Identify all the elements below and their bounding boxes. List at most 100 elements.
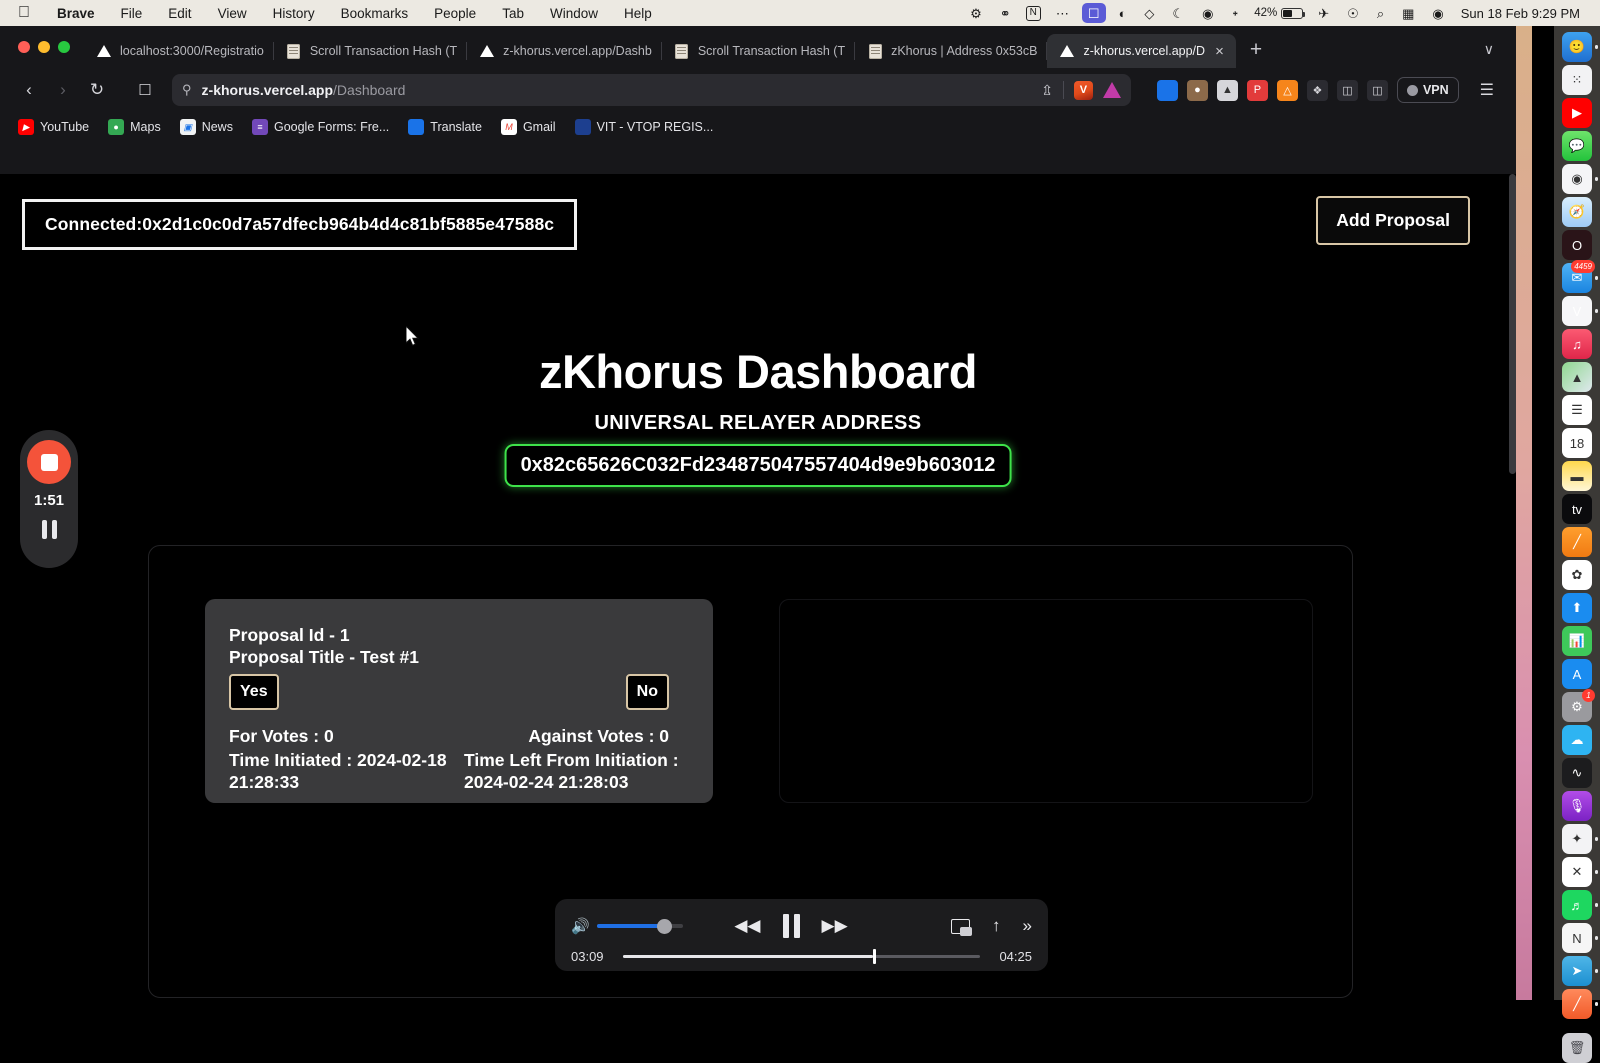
dots-icon[interactable]: ⋯: [1047, 2, 1078, 24]
translate-extension-icon[interactable]: ᧝: [1157, 80, 1178, 101]
fast-forward-button[interactable]: ▶▶: [822, 916, 848, 936]
dock-app-photos[interactable]: ✿: [1562, 560, 1592, 590]
menu-people[interactable]: People: [421, 6, 489, 21]
browser-tab-6-active[interactable]: z-khorus.vercel.app/D ×: [1047, 34, 1235, 68]
browser-menu-icon[interactable]: ☰: [1468, 80, 1502, 100]
screen-share-icon[interactable]: ☐: [1082, 3, 1106, 23]
relayer-address-value[interactable]: 0x82c65626C032Fd234875047557404d9e9b6030…: [505, 444, 1012, 487]
dock-app-audio[interactable]: ∿: [1562, 758, 1592, 788]
browser-tab-1[interactable]: localhost:3000/Registratio: [84, 34, 274, 68]
dock-app-calendar[interactable]: 18: [1562, 428, 1592, 458]
rewind-button[interactable]: ◀◀: [734, 916, 760, 936]
menu-view[interactable]: View: [205, 6, 260, 21]
night-shift-icon[interactable]: ☾: [1163, 2, 1193, 24]
adblock-off-extension-icon[interactable]: ●: [1187, 80, 1208, 101]
share-icon[interactable]: ⇫: [1041, 82, 1053, 99]
menu-brave[interactable]: Brave: [44, 6, 108, 21]
tab-search-icon[interactable]: ∨: [1470, 41, 1508, 58]
phantom-extension-icon[interactable]: P: [1247, 80, 1268, 101]
metamask-extension-icon[interactable]: △: [1277, 80, 1298, 101]
battery-status[interactable]: 42%: [1248, 7, 1309, 19]
new-tab-button[interactable]: +: [1236, 39, 1276, 60]
reload-button[interactable]: ↻: [82, 75, 112, 105]
dock-app-freeform[interactable]: ╱: [1562, 527, 1592, 557]
dock-app-vscode[interactable]: ✕: [1562, 857, 1592, 887]
brave-shields-icon[interactable]: V: [1074, 81, 1093, 100]
vote-no-button[interactable]: No: [626, 674, 669, 710]
vote-yes-button[interactable]: Yes: [229, 674, 279, 710]
bookmark-translate[interactable]: ᧝ Translate: [400, 116, 490, 138]
dock-app-telegram[interactable]: ➤: [1562, 956, 1592, 986]
speaker-icon[interactable]: 🔊: [571, 917, 590, 935]
menu-help[interactable]: Help: [611, 6, 665, 21]
bookmark-vit-vtop[interactable]: VIT - VTOP REGIS...: [567, 116, 722, 138]
bookmark-maps[interactable]: ● Maps: [100, 116, 169, 138]
dock-app-settings[interactable]: ⚙ 1: [1562, 692, 1592, 722]
gear-icon[interactable]: ⚙: [961, 2, 991, 24]
dock-app-spotify[interactable]: ♬: [1562, 890, 1592, 920]
dock-app-podcasts[interactable]: 🎙: [1562, 791, 1592, 821]
dock-app-appstore[interactable]: A: [1562, 659, 1592, 689]
dock-app-reminders[interactable]: ☰: [1562, 395, 1592, 425]
vpn-shield-icon[interactable]: ⚭: [991, 2, 1020, 24]
menu-file[interactable]: File: [108, 6, 156, 21]
dock-app-notes[interactable]: ▬: [1562, 461, 1592, 491]
browser-tab-3[interactable]: z-khorus.vercel.app/Dashb: [467, 34, 662, 68]
control-center-icon[interactable]: ▦: [1393, 2, 1423, 24]
address-bar[interactable]: ⚲ z-khorus.vercel.app/Dashboard ⇫ V: [172, 74, 1131, 106]
dock-app-notion[interactable]: N: [1562, 923, 1592, 953]
close-window-button[interactable]: [18, 41, 30, 53]
back-button[interactable]: ‹: [14, 75, 44, 105]
menu-bookmarks[interactable]: Bookmarks: [328, 6, 422, 21]
window-panel-icon[interactable]: ◫: [1367, 80, 1388, 101]
dock-app-highlight[interactable]: ╱: [1562, 989, 1592, 1019]
dock-app-youtube[interactable]: ▶: [1562, 98, 1592, 128]
moon-contrast-icon[interactable]: ◐: [1110, 2, 1136, 24]
bluetooth-icon[interactable]: ᛭: [1222, 2, 1248, 24]
vercel-extension-icon[interactable]: [1103, 82, 1121, 98]
dock-app-messages[interactable]: 💬: [1562, 131, 1592, 161]
picture-in-picture-icon[interactable]: [951, 919, 970, 934]
minimize-window-button[interactable]: [38, 41, 50, 53]
dock-app-files[interactable]: ☁: [1562, 725, 1592, 755]
close-tab-icon[interactable]: ×: [1213, 44, 1226, 59]
microphone-icon[interactable]: ☉: [1338, 2, 1368, 24]
vpn-button[interactable]: VPN: [1397, 77, 1459, 103]
dock-app-music[interactable]: ♫: [1562, 329, 1592, 359]
timer-icon[interactable]: ◉: [1193, 2, 1222, 24]
search-icon[interactable]: ⌕: [1368, 2, 1393, 24]
browser-tab-4[interactable]: Scroll Transaction Hash (T: [662, 34, 855, 68]
pause-button[interactable]: [783, 914, 800, 938]
keplr-extension-icon[interactable]: ▲: [1217, 80, 1238, 101]
stop-recording-button[interactable]: [27, 440, 71, 484]
maximize-window-button[interactable]: [58, 41, 70, 53]
browser-tab-2[interactable]: Scroll Transaction Hash (T: [274, 34, 467, 68]
dock-app-maps[interactable]: ▲: [1562, 362, 1592, 392]
menubar-clock[interactable]: Sun 18 Feb 9:29 PM: [1453, 6, 1590, 21]
playback-progress-slider[interactable]: [623, 955, 980, 958]
site-settings-icon[interactable]: ⚲: [182, 82, 192, 98]
dock-app-sketch[interactable]: ✦: [1562, 824, 1592, 854]
menu-edit[interactable]: Edit: [155, 6, 204, 21]
bookmark-gmail[interactable]: M Gmail: [493, 116, 564, 138]
wifi-icon[interactable]: ✈: [1309, 2, 1338, 24]
browser-tab-5[interactable]: zKhorus | Address 0x53cB: [855, 34, 1047, 68]
dock-app-launchpad[interactable]: ⁙: [1562, 65, 1592, 95]
bookmark-news[interactable]: ▣ News: [172, 116, 241, 138]
dropbox-icon[interactable]: ◇: [1135, 2, 1163, 24]
apple-logo-icon[interactable]: : [10, 5, 44, 21]
dock-app-brave[interactable]: V: [1562, 296, 1592, 326]
pause-recording-button[interactable]: [42, 520, 57, 539]
dock-trash[interactable]: 🗑: [1562, 1033, 1592, 1063]
volume-slider[interactable]: [597, 924, 683, 928]
menu-window[interactable]: Window: [537, 6, 611, 21]
dock-app-mail[interactable]: ✉ 4459: [1562, 263, 1592, 293]
more-options-icon[interactable]: »: [1023, 916, 1032, 936]
share-icon[interactable]: ↑: [992, 916, 1001, 936]
dock-app-numbers[interactable]: 📊: [1562, 626, 1592, 656]
menu-tab[interactable]: Tab: [489, 6, 537, 21]
forward-button[interactable]: ›: [48, 75, 78, 105]
dock-app-finder[interactable]: 🙂: [1562, 32, 1592, 62]
sidebar-toggle-icon[interactable]: ◫: [1337, 80, 1358, 101]
bookmark-youtube[interactable]: ▶ YouTube: [10, 116, 97, 138]
